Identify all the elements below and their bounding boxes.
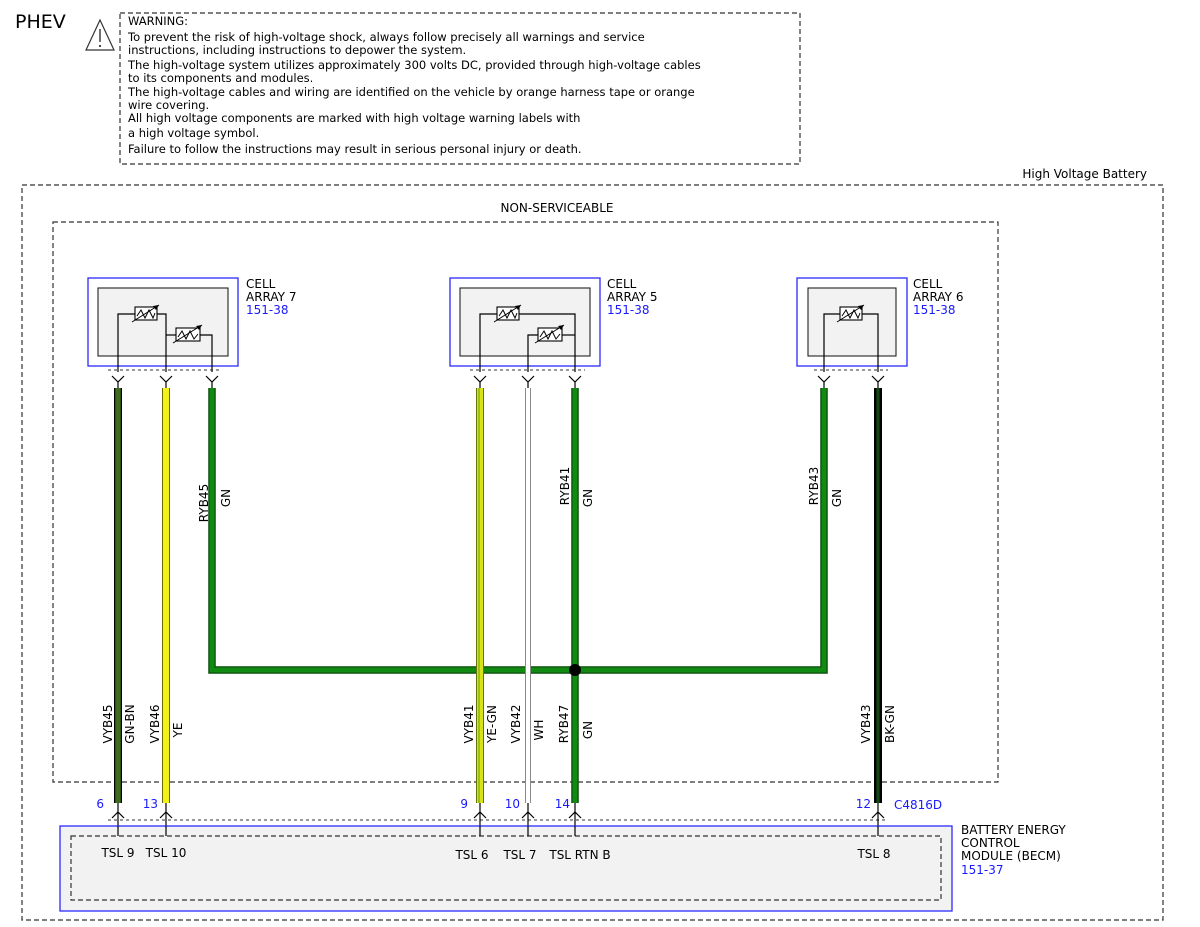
wire-color-label: GN xyxy=(581,489,595,507)
warning-line: The high-voltage system utilizes approxi… xyxy=(127,58,701,72)
becm-terminal: TSL 6 xyxy=(454,848,488,862)
becm-label-line2: CONTROL xyxy=(961,836,1020,850)
thermistor-icon xyxy=(836,304,865,323)
thermistor-icon xyxy=(131,304,160,323)
pin-number: 12 xyxy=(856,797,871,811)
wire-circuit-label: VYB43 xyxy=(859,704,873,743)
wire-circuit-label: RYB47 xyxy=(557,705,571,743)
wire-ryb45 xyxy=(208,388,575,674)
warning-line: instructions, including instructions to … xyxy=(128,43,466,57)
wire-circuit-label: VYB46 xyxy=(148,704,162,743)
wire-color-label: GN xyxy=(581,721,595,739)
warning-triangle-icon xyxy=(85,18,115,51)
becm-ref: 151-37 xyxy=(961,863,1004,877)
cell-array-7-line1: CELL xyxy=(246,277,276,291)
wire-color-label: BK-GN xyxy=(883,705,897,743)
cell-array-5-ref: 151-38 xyxy=(607,303,650,317)
becm-terminal: TSL 7 xyxy=(502,848,536,862)
wire-circuit-label: VYB42 xyxy=(509,704,523,743)
warning-line: wire covering. xyxy=(128,98,209,112)
warning-line: to its components and modules. xyxy=(128,71,313,85)
cell-array-6-line1: CELL xyxy=(913,277,943,291)
thermistor-icon xyxy=(534,324,565,344)
cell-array-6: CELL ARRAY 6 151-38 xyxy=(796,277,963,372)
warning-line: WARNING: xyxy=(128,14,188,28)
becm-module: TSL 9 TSL 10 TSL 6 TSL 7 TSL RTN B TSL 8… xyxy=(59,823,1066,912)
warning-line: To prevent the risk of high-voltage shoc… xyxy=(127,30,645,44)
cell-array-6-ref: 151-38 xyxy=(913,303,956,317)
wire-circuit-label: RYB41 xyxy=(558,467,572,505)
cell-array-6-line2: ARRAY 6 xyxy=(913,290,963,304)
pin-number: 14 xyxy=(555,797,570,811)
wire-color-label: YE xyxy=(171,723,185,739)
warning-line: Failure to follow the instructions may r… xyxy=(128,142,582,156)
page-title: PHEV xyxy=(15,11,66,33)
wire-circuit-label: RYB43 xyxy=(807,467,821,505)
connector-pin-icon xyxy=(817,375,831,388)
cell-array-7-ref: 151-38 xyxy=(246,303,289,317)
wire-color-label: WH xyxy=(532,720,546,741)
becm-terminal: TSL 8 xyxy=(856,847,890,861)
connector-pin-icon xyxy=(111,375,125,388)
connector-pin-icon xyxy=(473,375,487,388)
pin-number: 10 xyxy=(505,797,520,811)
becm-terminal: TSL 9 xyxy=(100,846,134,860)
connector-pin-icon xyxy=(871,375,885,388)
warning-line: The high-voltage cables and wiring are i… xyxy=(127,85,695,99)
thermistor-icon xyxy=(172,324,203,344)
wire-color-label: GN xyxy=(219,489,233,507)
warning-line: All high voltage components are marked w… xyxy=(128,111,580,125)
connector-id: C4816D xyxy=(894,798,942,812)
wire-ryb43 xyxy=(575,388,828,674)
connector-pin-icon xyxy=(159,375,173,388)
cell-array-5-line2: ARRAY 5 xyxy=(607,290,657,304)
wire-color-label: YE-GN xyxy=(485,705,499,744)
wire-circuit-label: VYB45 xyxy=(101,704,115,743)
wiring-diagram: PHEV WARNING: To prevent the risk of hig… xyxy=(15,11,1164,921)
thermistor-icon xyxy=(493,304,522,323)
connector-pin-icon xyxy=(521,375,535,388)
becm-label-line3: MODULE (BECM) xyxy=(961,849,1061,863)
cell-array-7-line2: ARRAY 7 xyxy=(246,290,296,304)
cell-array-7: CELL ARRAY 7 151-38 xyxy=(87,277,296,372)
wire-color-label: GN-BN xyxy=(123,704,137,743)
splice-dot-icon xyxy=(569,664,581,676)
wire-color-label: GN xyxy=(830,489,844,507)
becm-terminal: TSL RTN B xyxy=(548,848,610,862)
lower-wire-labels: VYB45 GN-BN VYB46 YE VYB41 YE-GN VYB42 W… xyxy=(101,704,897,744)
wire-circuit-label: RYB45 xyxy=(197,484,211,522)
connector-pin-icon xyxy=(568,375,582,388)
warning-line: a high voltage symbol. xyxy=(128,126,259,140)
upper-wire-labels: RYB45 GN RYB41 GN RYB43 GN xyxy=(197,467,844,522)
wire-circuit-label: VYB41 xyxy=(462,704,476,743)
becm-terminal: TSL 10 xyxy=(145,846,187,860)
becm-label-line1: BATTERY ENERGY xyxy=(961,823,1066,837)
pin-numbers: 6 13 9 10 14 12 C4816D xyxy=(96,797,942,812)
upper-connector-pins xyxy=(111,375,885,388)
pin-number: 9 xyxy=(460,797,468,811)
high-voltage-battery-label: High Voltage Battery xyxy=(1022,167,1147,181)
pin-number: 13 xyxy=(143,797,158,811)
non-serviceable-label: NON-SERVICEABLE xyxy=(500,201,613,215)
connector-pin-icon xyxy=(205,375,219,388)
cell-array-5: CELL ARRAY 5 151-38 xyxy=(449,277,657,372)
pin-number: 6 xyxy=(96,797,104,811)
cell-array-5-line1: CELL xyxy=(607,277,637,291)
warning-text: WARNING: To prevent the risk of high-vol… xyxy=(127,14,701,156)
